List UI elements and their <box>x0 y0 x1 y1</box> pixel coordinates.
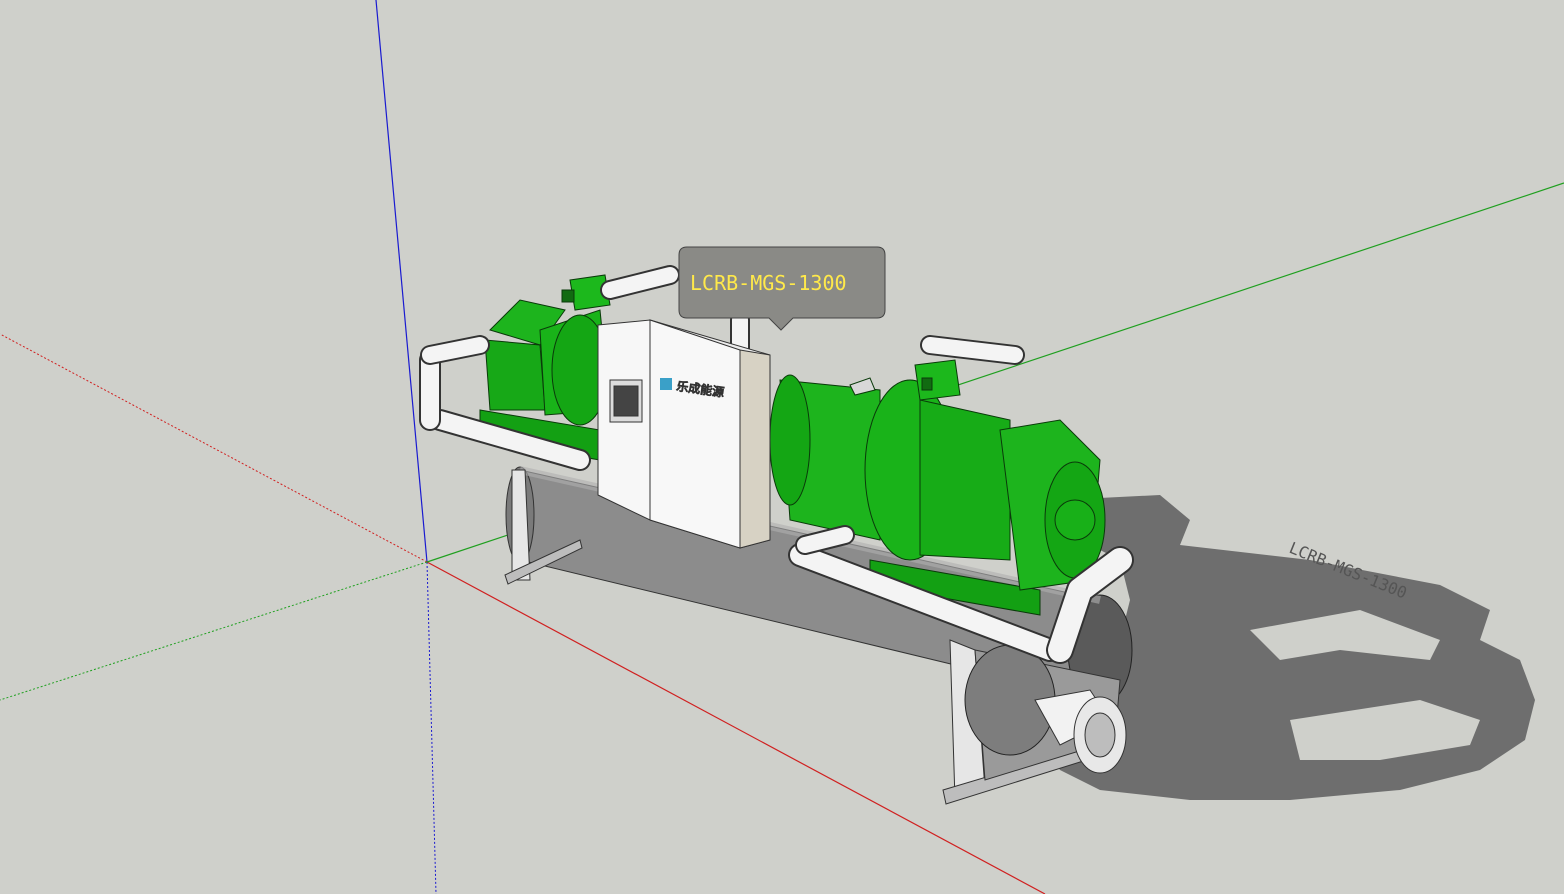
blue-axis-positive <box>375 0 428 563</box>
red-axis-negative <box>0 333 428 563</box>
blue-axis-negative <box>426 561 437 894</box>
model-label-text: LCRB-MGS-1300 <box>690 271 847 295</box>
model-canvas[interactable]: LCRB-MGS-1300 乐成能源 LCRB-MGS-1300 <box>0 0 1564 894</box>
model-label-callout[interactable]: LCRB-MGS-1300 <box>678 246 886 331</box>
sketchup-viewport[interactable]: LCRB-MGS-1300 乐成能源 LCRB-MGS-1300 <box>0 0 1564 894</box>
brand-logo-icon <box>660 378 672 390</box>
green-axis-negative <box>0 561 428 701</box>
